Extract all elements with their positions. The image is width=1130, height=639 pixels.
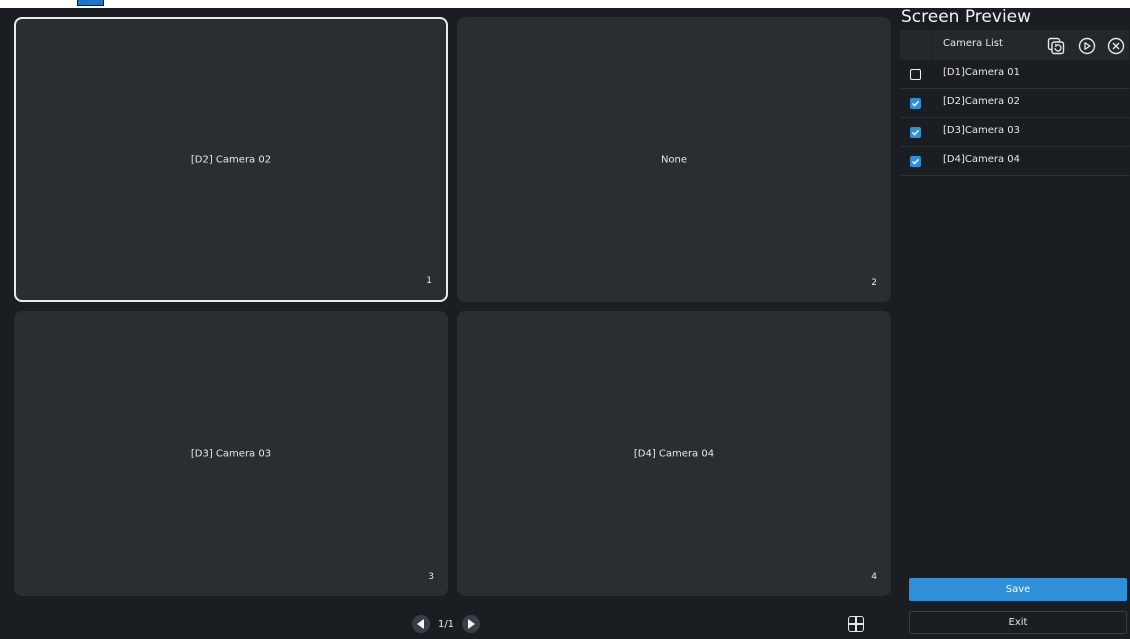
check-icon	[912, 100, 920, 107]
camera-list-item[interactable]: [D2]Camera 02	[900, 89, 1129, 118]
menu-icon[interactable]	[77, 0, 104, 6]
close-icon[interactable]	[1107, 37, 1125, 55]
video-tile-3[interactable]: [D3] Camera 03 3	[14, 311, 448, 596]
camera-name: [D1]Camera 01	[943, 67, 1021, 78]
camera-checkbox[interactable]	[910, 156, 921, 167]
page-indicator: 1/1	[437, 618, 455, 630]
tile-camera-label: [D3] Camera 03	[190, 448, 272, 459]
video-tile-2[interactable]: None 2	[457, 17, 891, 302]
tile-camera-label: None	[660, 154, 688, 165]
prev-page-button[interactable]	[412, 615, 430, 633]
save-button[interactable]: Save	[909, 578, 1127, 601]
next-page-button[interactable]	[462, 615, 480, 633]
check-icon	[912, 158, 920, 165]
video-tile-4[interactable]: [D4] Camera 04 4	[457, 311, 891, 596]
tile-camera-label: [D2] Camera 02	[190, 154, 272, 165]
screen-preview-window: [D2] Camera 02 1 None 2 [D3] Camera 03 3…	[0, 0, 1130, 639]
exit-button[interactable]: Exit	[909, 611, 1127, 634]
triangle-left-icon	[417, 619, 424, 629]
camera-list-item[interactable]: [D4]Camera 04	[900, 147, 1129, 176]
camera-name: [D4]Camera 04	[943, 154, 1021, 165]
camera-list-header: Camera List	[900, 30, 1129, 60]
camera-checkbox[interactable]	[910, 127, 921, 138]
tile-number: 4	[871, 572, 877, 582]
tile-number: 1	[426, 276, 432, 286]
camera-name: [D3]Camera 03	[943, 125, 1021, 136]
camera-checkbox[interactable]	[910, 98, 921, 109]
tile-number: 2	[871, 278, 877, 288]
check-icon	[912, 129, 920, 136]
panel-title: Screen Preview	[901, 7, 1032, 27]
column-divider	[932, 30, 933, 60]
play-icon[interactable]	[1078, 37, 1096, 55]
tile-number: 3	[428, 572, 434, 582]
triangle-right-icon	[468, 619, 475, 629]
page-navigator: 1/1	[412, 614, 480, 634]
video-tile-1[interactable]: [D2] Camera 02 1	[14, 17, 448, 302]
camera-name: [D2]Camera 02	[943, 96, 1021, 107]
tile-camera-label: [D4] Camera 04	[633, 448, 715, 459]
camera-checkbox[interactable]	[910, 69, 921, 80]
grid-layout-icon[interactable]	[848, 616, 864, 632]
refresh-icon[interactable]	[1047, 37, 1065, 55]
camera-list-item[interactable]: [D3]Camera 03	[900, 118, 1129, 147]
camera-list-item[interactable]: [D1]Camera 01	[900, 60, 1129, 89]
camera-list-title: Camera List	[943, 38, 1003, 49]
